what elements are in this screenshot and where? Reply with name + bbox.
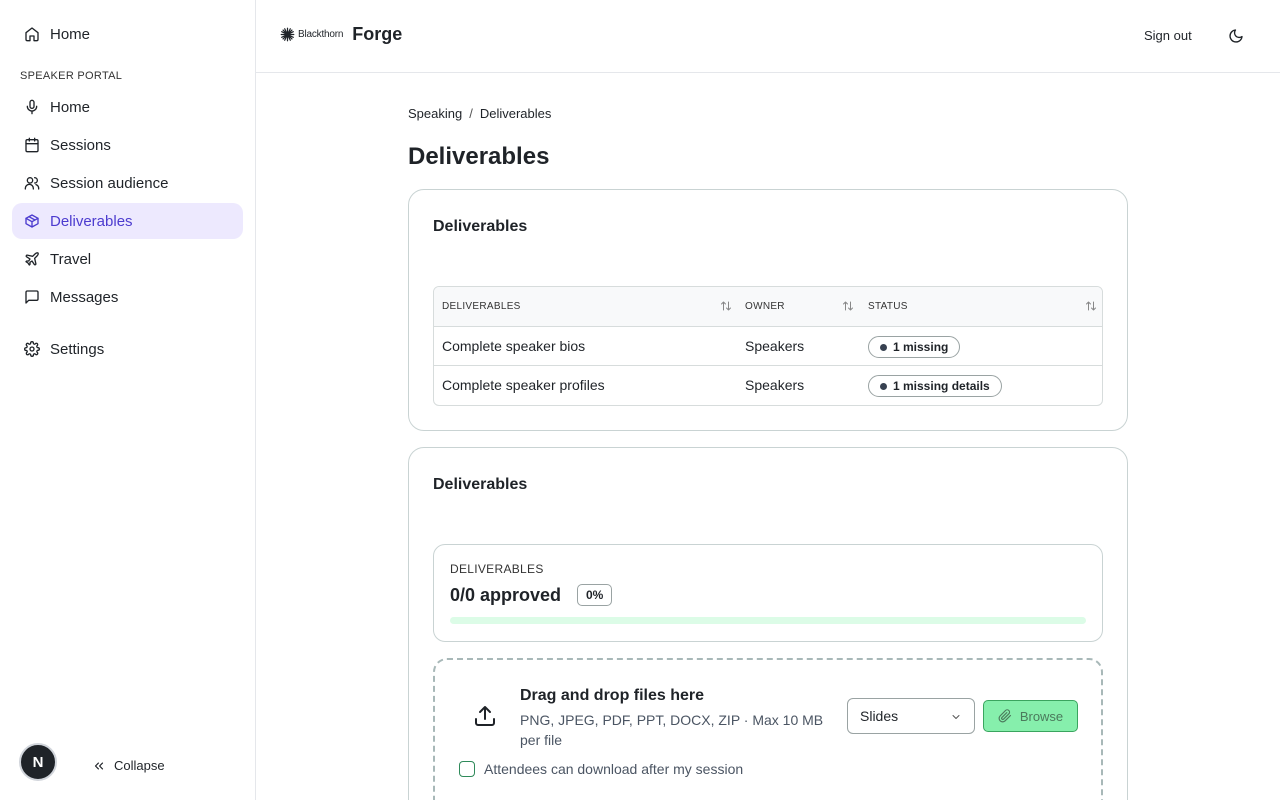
status-badge: 1 missing xyxy=(868,336,961,358)
upload-icon xyxy=(475,706,495,726)
deliverable-owner: Speakers xyxy=(745,377,805,393)
sidebar-item-travel[interactable]: Travel xyxy=(12,241,243,277)
column-header-owner[interactable]: OWNER xyxy=(745,301,785,312)
paperclip-icon xyxy=(998,709,1011,723)
sidebar-item-session-audience[interactable]: Session audience xyxy=(12,165,243,201)
breadcrumb-separator: / xyxy=(469,106,473,121)
theme-toggle-button[interactable] xyxy=(1226,26,1246,46)
table-header: DELIVERABLES OWNER STATUS xyxy=(434,287,1102,327)
page-title: Deliverables xyxy=(408,143,550,170)
plane-icon xyxy=(24,251,40,267)
select-value: Slides xyxy=(860,708,899,724)
status-badge: 1 missing details xyxy=(868,375,1002,397)
browse-button[interactable]: Browse xyxy=(983,700,1078,732)
approval-progress-panel: DELIVERABLES 0/0 approved 0% xyxy=(433,544,1103,642)
home-icon xyxy=(24,26,40,42)
sidebar-item-label: Deliverables xyxy=(50,212,133,230)
download-permission-row: Attendees can download after my session xyxy=(459,761,743,777)
sidebar-item-sessions[interactable]: Sessions xyxy=(12,127,243,163)
browse-label: Browse xyxy=(1019,708,1064,724)
sort-icon[interactable] xyxy=(720,299,732,313)
sidebar-section-label: SPEAKER PORTAL xyxy=(20,70,123,82)
file-dropzone[interactable]: Drag and drop files here PNG, JPEG, PDF,… xyxy=(433,658,1103,800)
brand-logo[interactable]: Blackthorn Forge xyxy=(280,24,402,45)
status-badge-label: 1 missing details xyxy=(893,379,990,393)
breadcrumb: Speaking / Deliverables xyxy=(408,106,551,121)
gear-icon xyxy=(24,341,40,357)
status-dot-icon xyxy=(880,343,887,351)
breadcrumb-parent-link[interactable]: Speaking xyxy=(408,106,462,121)
progress-label: DELIVERABLES xyxy=(450,562,544,576)
sidebar-item-label: Sessions xyxy=(50,136,111,154)
sidebar-item-label: Messages xyxy=(50,288,119,306)
package-icon xyxy=(24,213,40,229)
card-title: Deliverables xyxy=(433,218,528,235)
sidebar-item-settings[interactable]: Settings xyxy=(12,331,243,367)
percent-badge: 0% xyxy=(577,584,613,606)
sidebar-item-messages[interactable]: Messages xyxy=(12,279,243,315)
status-badge-label: 1 missing xyxy=(893,340,949,354)
avatar[interactable]: N xyxy=(19,743,57,781)
deliverables-upload-card: Deliverables DELIVERABLES 0/0 approved 0… xyxy=(408,447,1128,800)
table-row[interactable]: Complete speaker bios Speakers 1 missing xyxy=(434,327,1102,366)
sidebar-item-home-top[interactable]: Home xyxy=(12,16,243,52)
sidebar-item-label: Home xyxy=(50,25,91,43)
sort-icon[interactable] xyxy=(1085,299,1097,313)
sidebar-item-label: Home xyxy=(50,98,91,116)
breadcrumb-current: Deliverables xyxy=(479,106,552,121)
approved-count: 0/0 approved xyxy=(450,585,562,605)
deliverable-name: Complete speaker bios xyxy=(442,338,586,354)
collapse-label: Collapse xyxy=(114,758,165,773)
sidebar-item-deliverables[interactable]: Deliverables xyxy=(12,203,243,239)
table-row[interactable]: Complete speaker profiles Speakers 1 mis… xyxy=(434,366,1102,405)
sidebar: Home SPEAKER PORTAL Home Sessions Sessio… xyxy=(0,0,256,800)
sign-out-button[interactable]: Sign out xyxy=(1144,28,1192,43)
sort-icon[interactable] xyxy=(842,299,854,313)
top-header: Blackthorn Forge Sign out xyxy=(256,0,1280,73)
sidebar-item-label: Session audience xyxy=(50,174,169,192)
column-header-status[interactable]: STATUS xyxy=(868,301,908,312)
calendar-icon xyxy=(24,137,40,153)
deliverable-type-select[interactable]: Slides xyxy=(847,698,975,734)
users-icon xyxy=(24,175,40,191)
deliverable-name: Complete speaker profiles xyxy=(442,377,605,393)
deliverables-table-card: Deliverables DELIVERABLES OWNER STATUS C… xyxy=(408,189,1128,431)
checkbox-label[interactable]: Attendees can download after my session xyxy=(484,761,743,777)
moon-icon xyxy=(1229,29,1243,43)
brand-company: Blackthorn xyxy=(298,29,344,40)
microphone-icon xyxy=(24,99,40,115)
progress-bar xyxy=(450,617,1086,624)
column-header-deliverables[interactable]: DELIVERABLES xyxy=(442,301,521,312)
attendee-download-checkbox[interactable] xyxy=(459,761,475,777)
brand-product: Forge xyxy=(352,24,403,44)
status-dot-icon xyxy=(880,382,887,390)
dropzone-title: Drag and drop files here xyxy=(520,687,705,704)
collapse-button[interactable]: Collapse xyxy=(92,758,165,773)
card-title: Deliverables xyxy=(433,476,528,493)
chevrons-left-icon xyxy=(94,762,104,769)
sidebar-item-label: Travel xyxy=(50,250,92,268)
dropzone-subtitle: PNG, JPEG, PDF, PPT, DOCX, ZIP · Max 10 … xyxy=(520,712,824,748)
brand-mark-icon xyxy=(280,27,295,42)
sidebar-item-label: Settings xyxy=(50,340,105,358)
message-icon xyxy=(24,289,40,305)
deliverables-table: DELIVERABLES OWNER STATUS Complete speak… xyxy=(433,286,1103,406)
chevron-down-icon xyxy=(952,715,960,719)
deliverable-owner: Speakers xyxy=(745,338,805,354)
sidebar-item-speaker-home[interactable]: Home xyxy=(12,89,243,125)
